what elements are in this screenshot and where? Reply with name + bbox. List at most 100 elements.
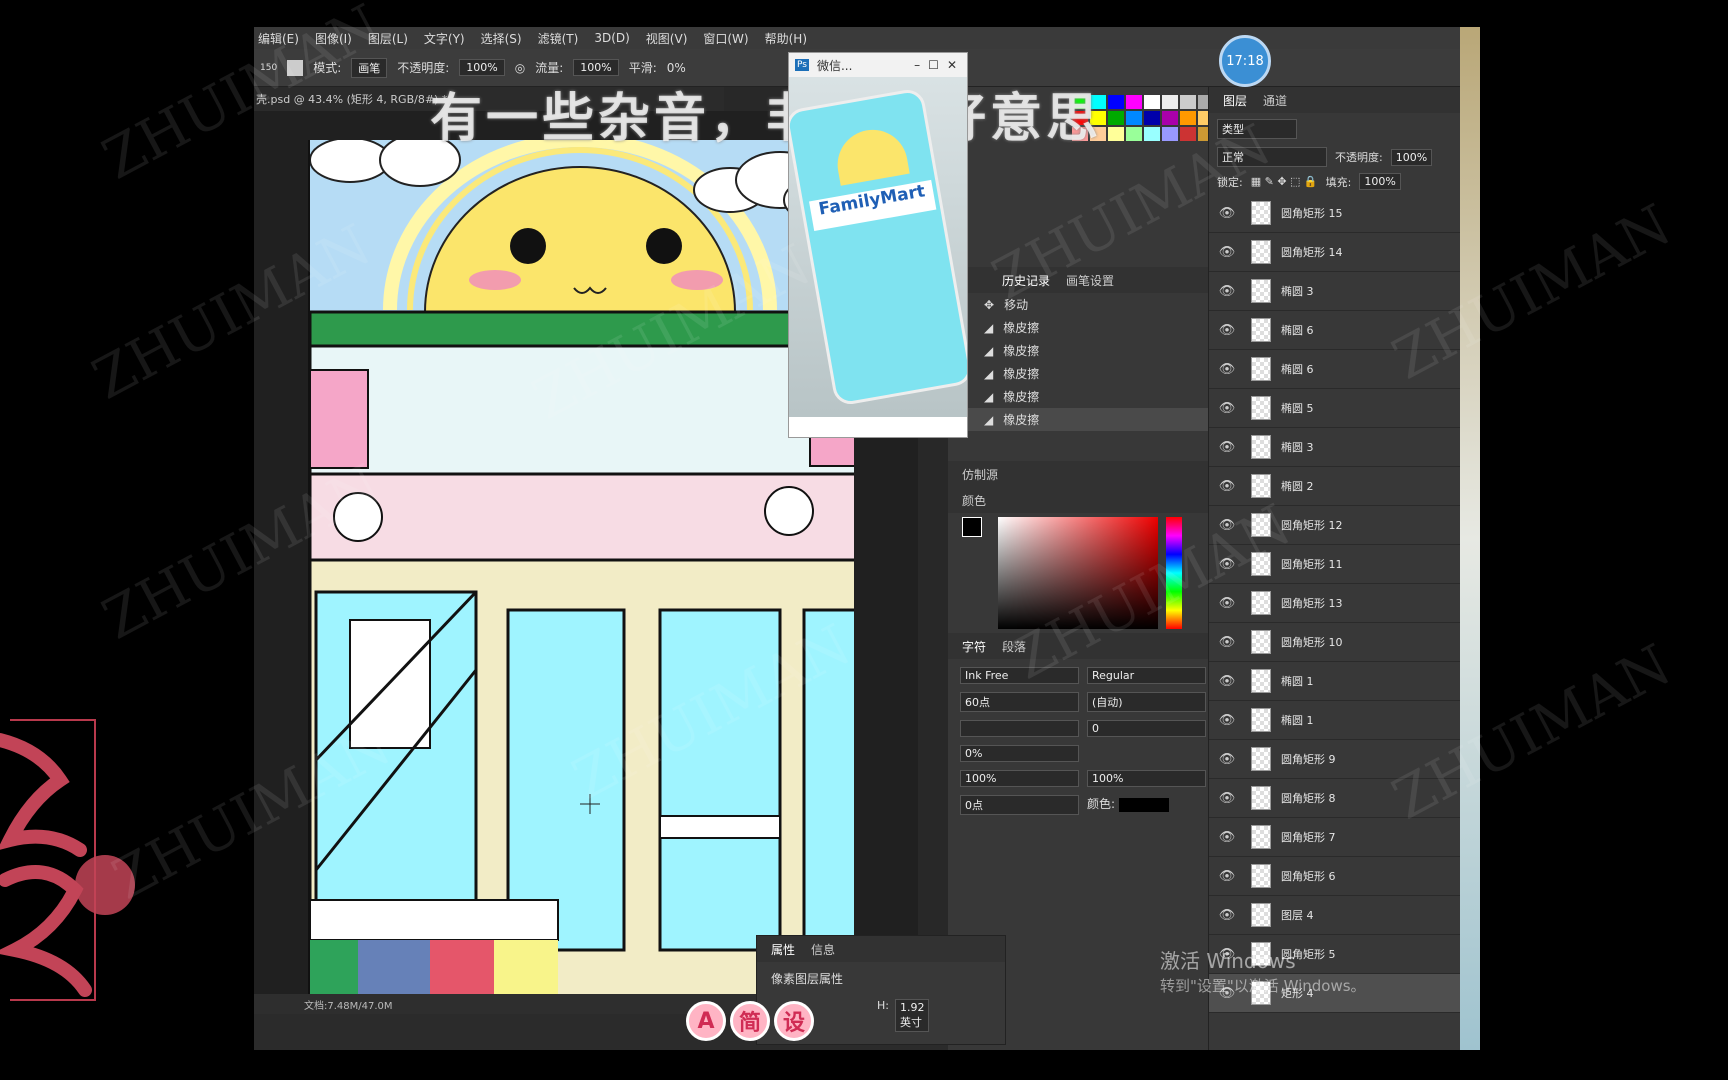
eye-icon[interactable]: 👁	[1209, 752, 1245, 767]
eye-icon[interactable]: 👁	[1209, 713, 1245, 728]
eye-icon[interactable]: 👁	[1209, 596, 1245, 611]
mode-select[interactable]: 画笔	[351, 57, 388, 78]
layer-row[interactable]: 👁 椭圆 2	[1209, 467, 1480, 506]
eye-icon[interactable]: 👁	[1209, 557, 1245, 572]
baseline-shift-field[interactable]: 0点	[960, 795, 1079, 815]
color-field[interactable]	[998, 517, 1158, 629]
artwork-canvas[interactable]	[308, 140, 854, 1020]
eye-icon[interactable]: 👁	[1209, 908, 1245, 923]
menu-item[interactable]: 窗口(W)	[703, 30, 748, 47]
layer-row[interactable]: 👁 圆角矩形 9	[1209, 740, 1480, 779]
close-icon[interactable]: ✕	[947, 58, 967, 72]
layer-row[interactable]: 👁 椭圆 3	[1209, 272, 1480, 311]
layer-row[interactable]: 👁 椭圆 1	[1209, 662, 1480, 701]
menu-item[interactable]: 帮助(H)	[765, 30, 807, 47]
airbrush-icon[interactable]: ◎	[515, 61, 525, 75]
layer-row[interactable]: 👁 圆角矩形 7	[1209, 818, 1480, 857]
vertical-scale-field[interactable]: 100%	[960, 770, 1079, 787]
history-item[interactable]: ✥ 移动	[968, 293, 1218, 316]
fill-field[interactable]: 100%	[1359, 173, 1401, 190]
eye-icon[interactable]: 👁	[1209, 791, 1245, 806]
kerning-field[interactable]	[960, 720, 1079, 737]
flow-select[interactable]: 100%	[573, 59, 619, 76]
eye-icon[interactable]: 👁	[1209, 830, 1245, 845]
eye-icon[interactable]: 👁	[1209, 869, 1245, 884]
horizontal-scale-field[interactable]: 100%	[1087, 770, 1206, 787]
tab-info[interactable]: 信息	[811, 941, 835, 958]
eye-icon[interactable]: 👁	[1209, 440, 1245, 455]
eye-icon[interactable]: 👁	[1209, 323, 1245, 338]
layer-row[interactable]: 👁 椭圆 1	[1209, 701, 1480, 740]
menu-item[interactable]: 视图(V)	[646, 30, 688, 47]
menu-item[interactable]: 图像(I)	[315, 30, 352, 47]
move-icon: ✥	[984, 297, 995, 312]
history-item[interactable]: ◢ 橡皮擦	[968, 316, 1218, 339]
layer-row[interactable]: 👁 圆角矩形 12	[1209, 506, 1480, 545]
tab-character[interactable]: 字符	[962, 638, 986, 655]
menu-item[interactable]: 文字(Y)	[424, 30, 465, 47]
layer-row[interactable]: 👁 圆角矩形 14	[1209, 233, 1480, 272]
history-item[interactable]: ◢ 橡皮擦	[968, 339, 1218, 362]
layer-row[interactable]: 👁 圆角矩形 10	[1209, 623, 1480, 662]
font-size-field[interactable]: 60点	[960, 692, 1079, 712]
font-family-select[interactable]: Ink Free	[960, 667, 1079, 684]
tab-channels[interactable]: 通道	[1263, 92, 1287, 109]
tab-properties[interactable]: 属性	[771, 941, 795, 958]
history-item[interactable]: ◢ 橡皮擦	[968, 385, 1218, 408]
layer-row[interactable]: 👁 圆角矩形 13	[1209, 584, 1480, 623]
layer-row[interactable]: 👁 椭圆 3	[1209, 428, 1480, 467]
history-list: ✥ 移动 ◢ 橡皮擦 ◢ 橡皮擦 ◢ 橡皮擦 ◢ 橡皮擦 ◢ 橡皮擦	[948, 293, 1218, 431]
menu-item[interactable]: 选择(S)	[481, 30, 522, 47]
tab-brush-settings[interactable]: 画笔设置	[1066, 272, 1114, 289]
eye-icon[interactable]: 👁	[1209, 206, 1245, 221]
blend-mode-select[interactable]: 正常	[1217, 147, 1327, 167]
eye-icon[interactable]: 👁	[1209, 674, 1245, 689]
layer-row[interactable]: 👁 椭圆 6	[1209, 350, 1480, 389]
tab-paragraph[interactable]: 段落	[1002, 638, 1026, 655]
layer-row[interactable]: 👁 圆角矩形 15	[1209, 194, 1480, 233]
tab-layers[interactable]: 图层	[1223, 92, 1247, 109]
history-item-selected[interactable]: ◢ 橡皮擦	[968, 408, 1218, 431]
layer-name: 圆角矩形 11	[1281, 558, 1343, 571]
lock-pixels-icon[interactable]: ▦ ✎ ✥ ⬚ 🔒	[1251, 175, 1318, 188]
layer-row[interactable]: 👁 圆角矩形 11	[1209, 545, 1480, 584]
eye-icon[interactable]: 👁	[1209, 284, 1245, 299]
history-item[interactable]: ◢ 橡皮擦	[968, 362, 1218, 385]
opacity-select[interactable]: 100%	[459, 59, 505, 76]
h-field[interactable]: 1.92 英寸	[894, 999, 930, 1032]
menu-item[interactable]: 图层(L)	[368, 30, 408, 47]
eye-icon[interactable]: 👁	[1209, 401, 1245, 416]
layer-row[interactable]: 👁 椭圆 6	[1209, 311, 1480, 350]
brush-panel-icon[interactable]	[287, 59, 304, 76]
eye-icon[interactable]: 👁	[1209, 479, 1245, 494]
layer-row[interactable]: 👁 圆角矩形 6	[1209, 857, 1480, 896]
font-style-select[interactable]: Regular	[1087, 667, 1206, 684]
tab-history[interactable]: 历史记录	[1002, 272, 1050, 289]
layer-opacity-field[interactable]: 100%	[1390, 148, 1433, 166]
eye-icon[interactable]: 👁	[1209, 245, 1245, 260]
eye-icon[interactable]: 👁	[1209, 362, 1245, 377]
leading-field[interactable]: (自动)	[1087, 692, 1206, 712]
menu-item[interactable]: 3D(D)	[594, 31, 629, 45]
text-color-swatch[interactable]	[1118, 797, 1169, 812]
menu-item[interactable]: 编辑(E)	[258, 30, 299, 47]
foreground-color-swatch[interactable]	[962, 517, 982, 537]
clone-source-header[interactable]: 仿制源	[948, 461, 1218, 487]
character-panel-header: 字符 段落	[948, 633, 1218, 659]
smooth-value[interactable]: 0%	[667, 61, 686, 75]
minimize-icon[interactable]: –	[914, 58, 920, 72]
brush-size[interactable]: 150	[260, 63, 277, 73]
tracking-field[interactable]: 0	[1087, 720, 1206, 737]
eye-icon[interactable]: 👁	[1209, 518, 1245, 533]
layer-row[interactable]: 👁 图层 4	[1209, 896, 1480, 935]
layer-row[interactable]: 👁 椭圆 5	[1209, 389, 1480, 428]
menu-item[interactable]: 滤镜(T)	[538, 30, 579, 47]
tsume-field[interactable]: 0%	[960, 745, 1079, 762]
layer-row[interactable]: 👁 圆角矩形 8	[1209, 779, 1480, 818]
color-picker[interactable]	[948, 513, 1218, 633]
maximize-icon[interactable]: ☐	[928, 58, 939, 72]
layer-filter-select[interactable]: 类型	[1217, 119, 1297, 139]
eye-icon[interactable]: 👁	[1209, 635, 1245, 650]
hue-slider[interactable]	[1166, 517, 1182, 629]
color-panel-header[interactable]: 颜色	[948, 487, 1218, 513]
